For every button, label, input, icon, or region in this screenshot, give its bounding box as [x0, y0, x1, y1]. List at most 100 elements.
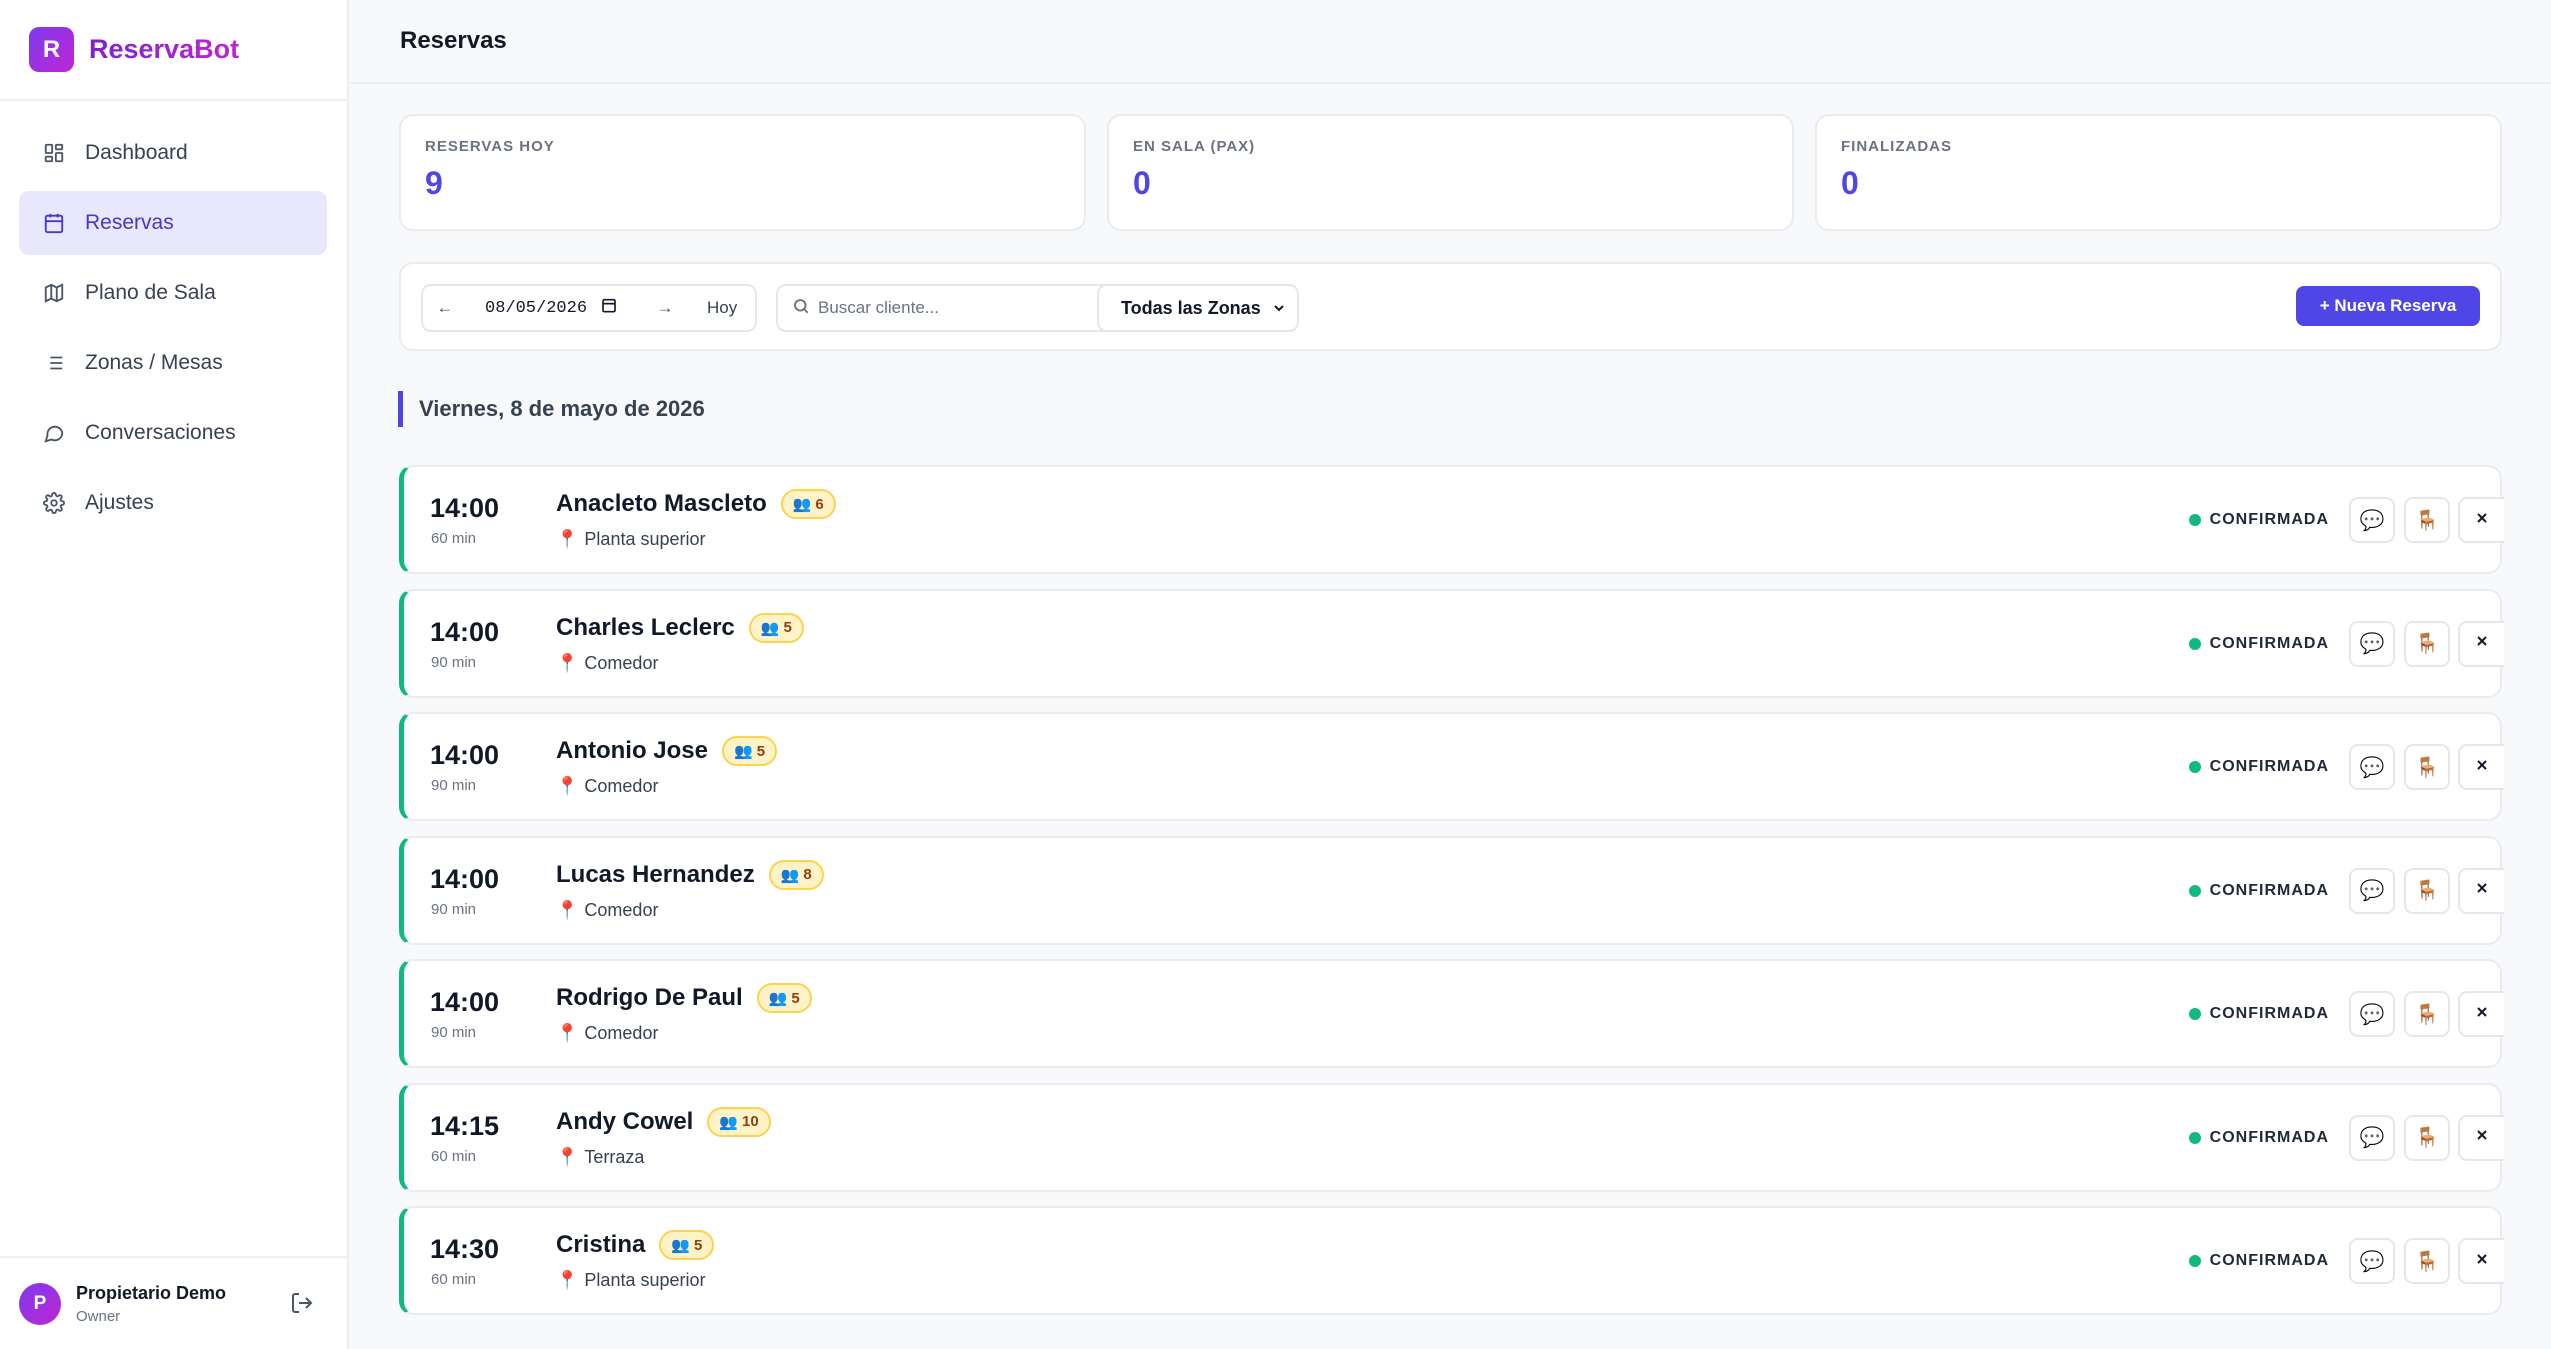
- sidebar-item-plano-de-sala[interactable]: Plano de Sala: [19, 261, 327, 325]
- sidebar-item-label: Dashboard: [85, 141, 188, 164]
- seat-button[interactable]: 🪑: [2404, 620, 2450, 667]
- seat-button[interactable]: 🪑: [2404, 991, 2450, 1037]
- pax-badge: 👥 8: [768, 859, 824, 890]
- reservation-time: 14:30: [430, 1234, 500, 1264]
- pax-count: 6: [815, 495, 824, 513]
- message-button[interactable]: 💬: [2349, 497, 2395, 543]
- pin-icon: 📍: [556, 529, 579, 549]
- new-reservation-button[interactable]: + Nueva Reserva: [2296, 286, 2480, 326]
- today-button[interactable]: Hoy: [707, 298, 737, 318]
- filters-bar: ← 08/05/2026 → Hoy Buscar cliente... Tod…: [399, 262, 2502, 351]
- status-dot: [2188, 1255, 2201, 1267]
- message-button[interactable]: 💬: [2349, 867, 2395, 914]
- calendar-picker-icon[interactable]: [601, 297, 617, 319]
- zone-name: Comedor: [584, 899, 659, 920]
- cancel-button[interactable]: [2458, 497, 2504, 543]
- reservation-card[interactable]: 14:00 90 min Charles Leclerc 👥 5 📍 Comed…: [399, 588, 2504, 698]
- speech-bubble-icon: 💬: [2359, 880, 2385, 902]
- cancel-button[interactable]: [2458, 867, 2504, 914]
- reservation-time: 14:15: [430, 1110, 500, 1141]
- message-button[interactable]: 💬: [2349, 1114, 2395, 1161]
- brand[interactable]: R ReservaBot: [0, 0, 347, 101]
- cancel-button[interactable]: [2458, 1238, 2504, 1284]
- close-icon: [2474, 756, 2490, 779]
- message-button[interactable]: 💬: [2349, 620, 2395, 667]
- cancel-button[interactable]: [2458, 744, 2504, 790]
- seat-button[interactable]: 🪑: [2404, 497, 2450, 543]
- sidebar-item-reservas[interactable]: Reservas: [19, 191, 327, 255]
- seat-button[interactable]: 🪑: [2404, 1114, 2450, 1161]
- reservation-card[interactable]: 14:00 60 min Anacleto Mascleto 👥 6 📍 Pla…: [399, 465, 2504, 574]
- reservation-card[interactable]: 14:15 60 min Andy Cowel 👥 10 📍 Terraza C…: [399, 1082, 2504, 1192]
- page-title: Reservas: [400, 27, 507, 54]
- user-name: Propietario Demo: [76, 1282, 227, 1303]
- sidebar-item-conversaciones[interactable]: Conversaciones: [19, 401, 327, 465]
- seat-button[interactable]: 🪑: [2404, 744, 2450, 790]
- reservation-zone: 📍 Terraza: [556, 1147, 644, 1168]
- reservation-duration: 90 min: [431, 653, 477, 671]
- customer-name: Charles Leclerc: [556, 613, 735, 641]
- cancel-button[interactable]: [2458, 991, 2504, 1037]
- zone-select-value: Todas las Zonas: [1121, 297, 1261, 318]
- cancel-button[interactable]: [2458, 620, 2504, 667]
- reservation-duration: 60 min: [431, 1271, 477, 1288]
- zone-name: Comedor: [584, 1023, 659, 1043]
- pax-badge: 👥 5: [722, 736, 778, 766]
- close-icon: [2474, 1250, 2490, 1273]
- people-icon: 👥: [780, 866, 800, 884]
- people-icon: 👥: [768, 990, 788, 1007]
- people-icon: 👥: [792, 496, 812, 513]
- seat-button[interactable]: 🪑: [2404, 1238, 2450, 1284]
- chair-icon: 🪑: [2414, 1127, 2440, 1149]
- brand-logo: R: [29, 27, 74, 72]
- reservation-card[interactable]: 14:30 60 min Cristina 👥 5 📍 Planta super…: [399, 1206, 2504, 1315]
- stats-row: RESERVAS HOY 9 EN SALA (PAX) 0 FINALIZAD…: [399, 114, 2502, 231]
- next-day-button[interactable]: →: [643, 298, 687, 318]
- reservation-time: 14:00: [430, 616, 500, 647]
- date-input[interactable]: 08/05/2026: [467, 297, 643, 319]
- pax-count: 5: [791, 989, 800, 1007]
- reservation-zone: 📍 Comedor: [556, 900, 658, 921]
- status-dot: [2188, 1131, 2201, 1144]
- reservation-duration: 60 min: [431, 1147, 477, 1165]
- sidebar-item-label: Ajustes: [85, 491, 154, 514]
- people-icon: 👥: [719, 1113, 739, 1131]
- chevron-down-icon: [1271, 300, 1287, 321]
- reservation-card[interactable]: 14:00 90 min Rodrigo De Paul 👥 5 📍 Comed…: [399, 959, 2504, 1068]
- prev-day-button[interactable]: ←: [423, 298, 467, 318]
- reservation-customer: Rodrigo De Paul 👥 5: [556, 983, 812, 1013]
- reservation-customer: Cristina 👥 5: [556, 1230, 715, 1260]
- message-button[interactable]: 💬: [2349, 1238, 2395, 1284]
- sidebar-item-label: Conversaciones: [85, 421, 236, 444]
- sidebar-item-ajustes[interactable]: Ajustes: [19, 471, 327, 535]
- status-label: CONFIRMADA: [2209, 1252, 2329, 1269]
- cancel-button[interactable]: [2458, 1114, 2504, 1161]
- logout-icon[interactable]: [290, 1291, 314, 1320]
- seat-button[interactable]: 🪑: [2404, 867, 2450, 914]
- sidebar-item-dashboard[interactable]: Dashboard: [19, 121, 327, 185]
- people-icon: 👥: [760, 619, 780, 637]
- search-placeholder: Buscar cliente...: [818, 298, 939, 317]
- reservation-card[interactable]: 14:00 90 min Lucas Hernandez 👥 8 📍 Comed…: [399, 835, 2504, 945]
- status-label: CONFIRMADA: [2209, 1128, 2329, 1146]
- user-role: Owner: [76, 1307, 121, 1325]
- sidebar: R ReservaBot Dashboard Reservas Plano de…: [0, 0, 349, 1349]
- status-dot: [2188, 637, 2201, 650]
- avatar[interactable]: P: [19, 1282, 61, 1325]
- pin-icon: 📍: [556, 652, 579, 673]
- reservation-duration: 90 min: [431, 900, 477, 918]
- pax-badge: 👥 5: [748, 612, 804, 643]
- message-button[interactable]: 💬: [2349, 744, 2395, 790]
- customer-name: Anacleto Mascleto: [556, 490, 767, 517]
- sidebar-item-zonas-mesas[interactable]: Zonas / Mesas: [19, 331, 327, 395]
- reservation-card[interactable]: 14:00 90 min Antonio Jose 👥 5 📍 Comedor …: [399, 712, 2504, 821]
- brand-name: ReservaBot: [89, 34, 240, 64]
- search-input[interactable]: Buscar cliente...: [776, 284, 1146, 332]
- close-icon: [2474, 509, 2490, 532]
- message-button[interactable]: 💬: [2349, 991, 2395, 1037]
- zone-select[interactable]: Todas las Zonas: [1097, 284, 1299, 332]
- pax-badge: 👥 10: [707, 1106, 771, 1137]
- reservation-customer: Anacleto Mascleto 👥 6: [556, 489, 836, 519]
- close-icon: [2474, 632, 2490, 655]
- reservation-time: 14:00: [430, 987, 500, 1017]
